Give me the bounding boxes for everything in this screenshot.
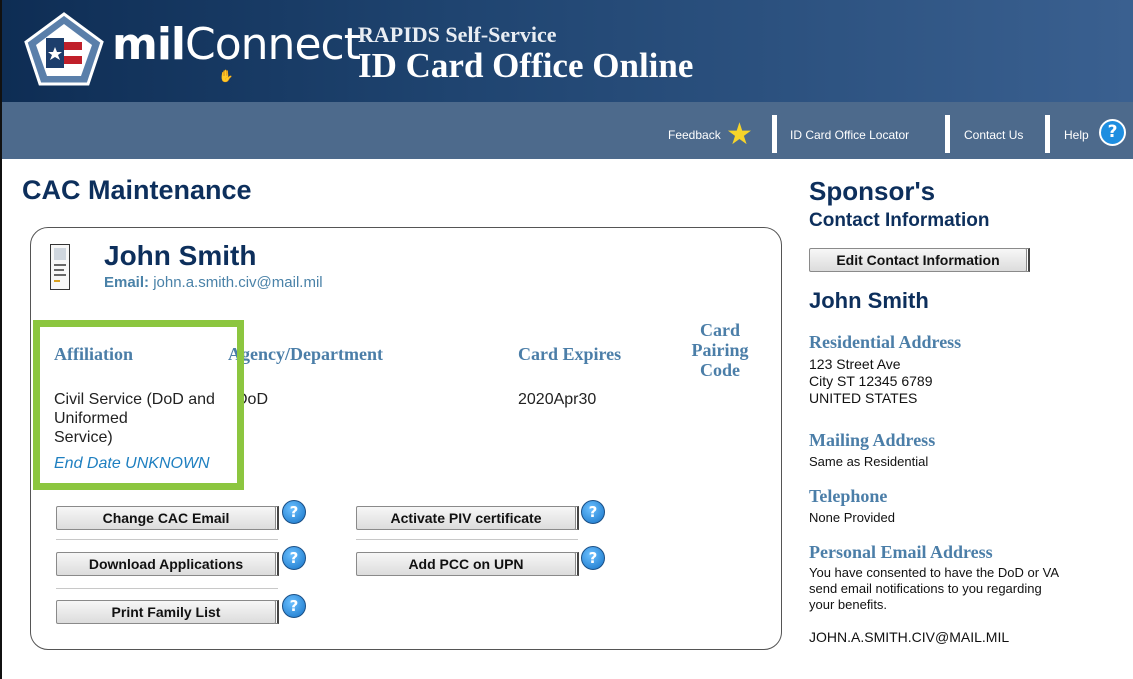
nav-divider (772, 115, 777, 153)
help-icon[interactable]: ? (282, 546, 306, 570)
header-title: ID Card Office Online (358, 46, 694, 85)
button-cap (275, 600, 279, 624)
button-cap (275, 506, 279, 530)
card-expires-value: 2020Apr30 (518, 391, 597, 408)
sponsor-title: Sponsor's (809, 176, 936, 206)
help-icon[interactable]: ? (1099, 119, 1126, 146)
personal-email-heading: Personal Email Address (809, 542, 993, 562)
cardholder-name: John Smith (104, 240, 257, 271)
id-card-icon (50, 244, 70, 290)
nav-feedback-link[interactable]: Feedback (668, 128, 721, 142)
col-card-expires: Card Expires (518, 344, 622, 364)
site-header: milCo ✋ nnect RAPIDS Self-Service ID Card … (2, 0, 1133, 102)
telephone-heading: Telephone (809, 486, 888, 506)
col-agency: Agency/Department (228, 344, 383, 364)
button-cap (275, 552, 279, 576)
nav-divider (945, 115, 950, 153)
divider (56, 588, 278, 589)
cardholder-email-row: Email: john.a.smith.civ@mail.mil (104, 274, 323, 291)
print-family-list-button[interactable]: Print Family List (56, 600, 276, 624)
mailing-address-value: Same as Residential (809, 454, 929, 469)
email-value: john.a.smith.civ@mail.mil (153, 274, 323, 291)
help-icon[interactable]: ? (282, 594, 306, 618)
star-icon[interactable]: ★ (726, 120, 753, 150)
email-label: Email: (104, 274, 150, 291)
button-cap (575, 506, 579, 530)
add-pcc-on-upn-button[interactable]: Add PCC on UPN (356, 552, 576, 576)
pentagon-flag-logo-icon (24, 12, 104, 86)
download-applications-button[interactable]: Download Applications (56, 552, 276, 576)
help-icon[interactable]: ? (282, 500, 306, 524)
divider (56, 539, 278, 540)
milconnect-logo-text: milCo ✋ nnect (112, 19, 361, 83)
nav-help-link[interactable]: Help (1064, 128, 1089, 142)
residential-address-value: 123 Street Ave City ST 12345 6789 UNITED… (809, 356, 933, 406)
mailing-address-heading: Mailing Address (809, 430, 936, 450)
top-nav-bar: Feedback ★ ID Card Office Locator Contac… (2, 102, 1133, 159)
sponsor-subtitle: Contact Information (809, 210, 990, 231)
telephone-value: None Provided (809, 510, 895, 525)
help-icon[interactable]: ? (581, 500, 605, 524)
page-title: CAC Maintenance (22, 175, 252, 205)
nav-divider (1045, 115, 1050, 153)
col-pairing-code: Card Pairing Code (691, 320, 749, 380)
change-cac-email-button[interactable]: Change CAC Email (56, 506, 276, 530)
divider (356, 539, 578, 540)
personal-email-value: JOHN.A.SMITH.CIV@MAIL.MIL (809, 629, 1010, 645)
email-consent-text: You have consented to have the DoD or VA… (809, 565, 1060, 612)
button-cap (575, 552, 579, 576)
edit-contact-info-button[interactable]: Edit Contact Information (809, 248, 1027, 272)
residential-address-heading: Residential Address (809, 332, 962, 352)
nav-locator-link[interactable]: ID Card Office Locator (790, 128, 909, 142)
button-cap (1026, 248, 1030, 272)
sponsor-name: John Smith (809, 288, 929, 313)
header-subtitle: RAPIDS Self-Service (358, 22, 557, 47)
help-icon[interactable]: ? (581, 546, 605, 570)
nav-contact-link[interactable]: Contact Us (964, 128, 1023, 142)
affiliation-highlight-box (33, 320, 244, 490)
activate-piv-button[interactable]: Activate PIV certificate (356, 506, 576, 530)
